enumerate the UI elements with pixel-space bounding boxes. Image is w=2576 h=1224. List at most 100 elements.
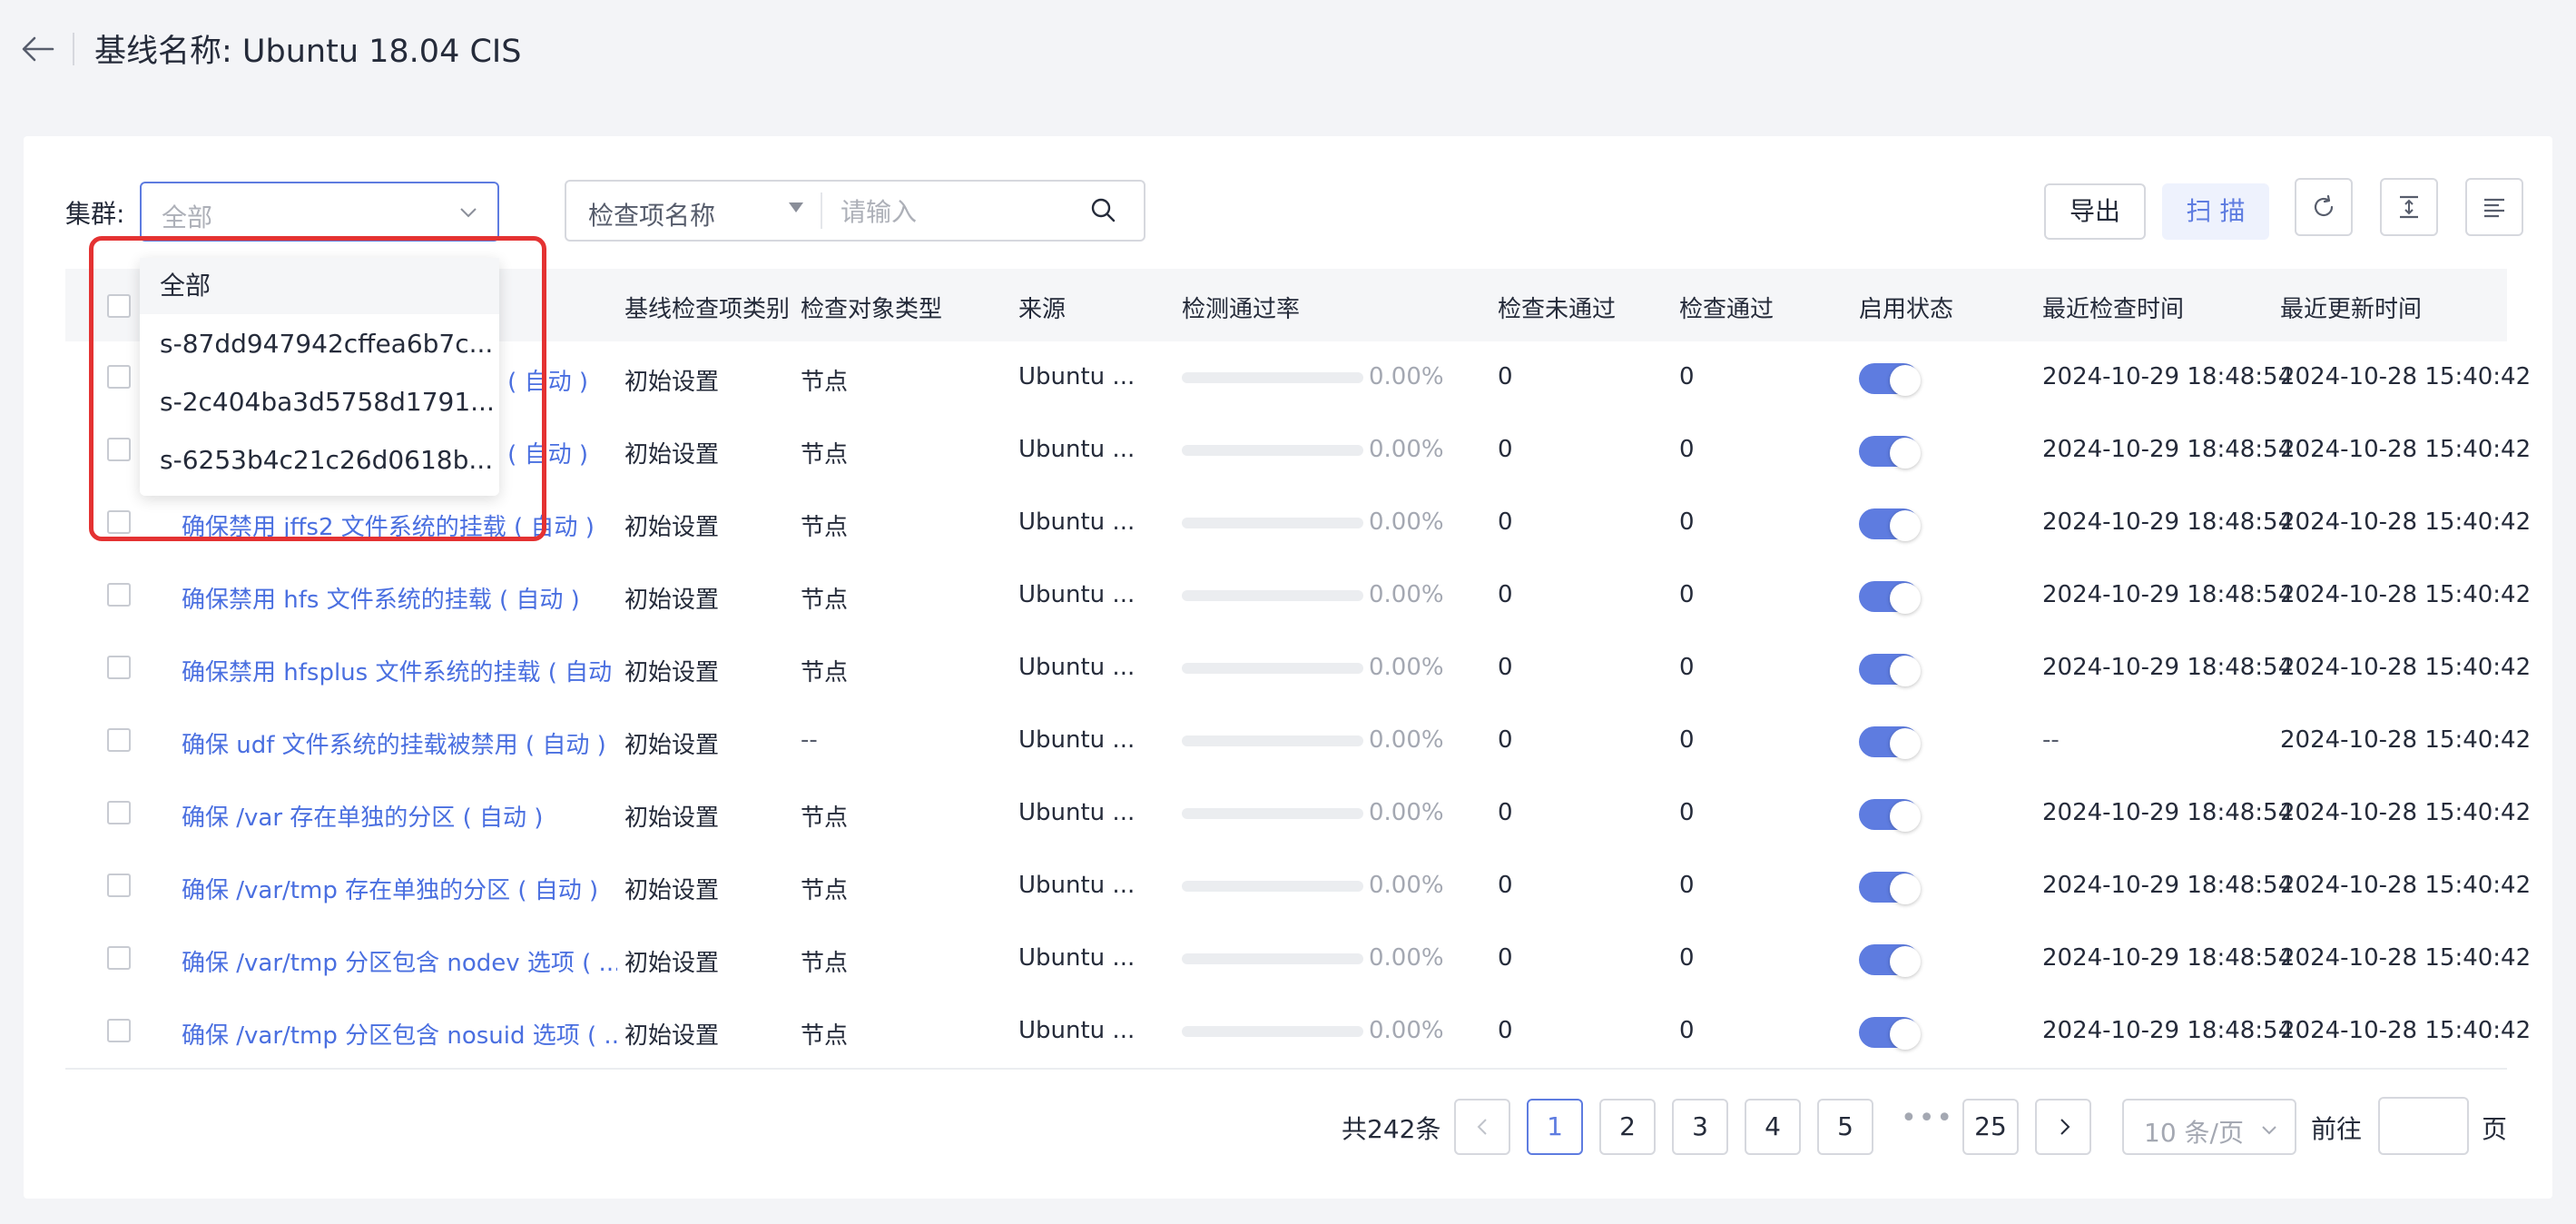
page-button-1[interactable]: 1 [1527,1099,1583,1155]
cell-category: 初始设置 [624,441,720,469]
prev-page-button[interactable] [1454,1099,1510,1155]
chevron-down-icon [2262,1126,2276,1135]
check-item-name-link[interactable]: 确保 /var/tmp 分区包含 nodev 选项 ( ... [182,944,617,978]
cell-target: 节点 [801,369,849,396]
cell-last-update: 2024-10-28 15:40:42 [2280,799,2532,826]
enable-toggle[interactable] [1859,508,1921,541]
check-item-name-link[interactable]: 确保 udf 文件系统的挂载被禁用 ( 自动 ) [182,726,617,760]
refresh-button[interactable] [2295,178,2353,236]
page-button-5[interactable]: 5 [1817,1099,1873,1155]
row-checkbox[interactable] [107,365,131,389]
cell-last-check: 2024-10-29 18:48:54 [2042,363,2294,390]
cell-last-update: 2024-10-28 15:40:42 [2280,436,2532,463]
enable-toggle[interactable] [1859,363,1921,396]
column-settings-button[interactable] [2465,178,2523,236]
row-checkbox[interactable] [107,656,131,679]
row-checkbox[interactable] [107,583,131,607]
column-header: 启用状态 [1859,296,1954,323]
check-item-name-link[interactable]: 确保 /var/tmp 存在单独的分区 ( 自动 ) [182,872,617,905]
enable-toggle[interactable] [1859,726,1921,759]
table-row: 确保 /var/tmp 存在单独的分区 ( 自动 ) 初始设置 节点 Ubuntu .… [65,850,2531,924]
search-icon[interactable] [1089,196,1116,223]
table-row: 确保 /var/tmp 分区包含 nosuid 选项 ( ... 初始设置 节点 Ub… [65,995,2531,1070]
row-checkbox[interactable] [107,946,131,970]
cluster-option[interactable]: s-2c404ba3d5758d1791... [140,374,499,430]
cluster-option[interactable]: 全部 [140,258,499,314]
check-item-name-link[interactable]: ( 自动 ) [507,436,588,469]
check-item-name-link[interactable]: 确保 /var/tmp 分区包含 nosuid 选项 ( ... [182,1017,617,1051]
row-checkbox[interactable] [107,438,131,461]
enable-toggle[interactable] [1859,944,1921,977]
enable-toggle[interactable] [1859,581,1921,614]
pass-rate-progress-bar [1182,518,1363,528]
enable-toggle[interactable] [1859,872,1921,904]
column-header: 最近检查时间 [2042,296,2185,323]
page-size-value: 10 条/页 [2144,1118,2244,1148]
check-item-name-link[interactable]: 确保禁用 hfsplus 文件系统的挂载 ( 自动 ) [182,654,617,687]
page-button-2[interactable]: 2 [1599,1099,1656,1155]
page-button-4[interactable]: 4 [1745,1099,1801,1155]
pass-rate-percent: 0.00% [1369,363,1444,390]
check-item-name-link[interactable]: ( 自动 ) [507,363,588,397]
cell-target: 节点 [801,950,849,977]
check-item-name-link[interactable]: 确保禁用 hfs 文件系统的挂载 ( 自动 ) [182,581,617,615]
cell-target: 节点 [801,587,849,614]
cell-category: 初始设置 [624,514,720,541]
enable-toggle[interactable] [1859,1017,1921,1050]
goto-page-input[interactable] [2378,1097,2469,1155]
next-page-button[interactable] [2035,1099,2091,1155]
page-button-last[interactable]: 25 [1962,1099,2019,1155]
cluster-option[interactable]: s-87dd947942cffea6b7c... [140,316,499,372]
search-input[interactable] [839,191,1078,232]
scan-button[interactable]: 扫 描 [2162,183,2269,240]
row-checkbox[interactable] [107,1019,131,1042]
cell-last-update: 2024-10-28 15:40:42 [2280,726,2532,754]
enable-toggle[interactable] [1859,654,1921,686]
cell-fail: 0 [1498,1017,1513,1044]
cell-last-update: 2024-10-28 15:40:42 [2280,872,2532,899]
column-header: 基线检查项类别 [624,296,791,323]
cluster-option[interactable]: s-6253b4c21c26d0618b... [140,432,499,489]
check-item-name-link[interactable]: 确保 /var 存在单独的分区 ( 自动 ) [182,799,617,833]
pass-rate-percent: 0.00% [1369,799,1444,826]
pass-rate-percent: 0.00% [1369,654,1444,681]
enable-toggle[interactable] [1859,799,1921,832]
cell-target: -- [801,726,818,754]
cell-last-check: 2024-10-29 18:48:54 [2042,508,2294,536]
chevron-right-icon [2060,1119,2070,1135]
row-height-icon [2400,195,2418,219]
cell-category: 初始设置 [624,1022,720,1050]
cell-last-update: 2024-10-28 15:40:42 [2280,1017,2532,1044]
chevron-down-icon [460,208,477,218]
row-height-button[interactable] [2380,178,2438,236]
row-checkbox[interactable] [107,728,131,752]
enable-toggle[interactable] [1859,436,1921,469]
cell-last-check: 2024-10-29 18:48:54 [2042,436,2294,463]
cell-fail: 0 [1498,872,1513,899]
select-all-checkbox[interactable] [107,294,131,318]
cell-category: 初始设置 [624,950,720,977]
row-checkbox[interactable] [107,874,131,897]
row-checkbox[interactable] [107,801,131,824]
page-size-select[interactable]: 10 条/页 [2122,1099,2296,1155]
pass-rate-progress-bar [1182,735,1363,746]
cluster-select[interactable]: 全部 [140,182,499,242]
cell-target: 节点 [801,877,849,904]
row-checkbox[interactable] [107,510,131,534]
cell-last-check: 2024-10-29 18:48:54 [2042,581,2294,608]
search-field-select[interactable]: 检查项名称 [588,196,715,232]
caret-down-icon[interactable] [788,202,804,214]
cell-pass: 0 [1679,1017,1695,1044]
table-row: 确保 /var 存在单独的分区 ( 自动 ) 初始设置 节点 Ubuntu ... 0 0… [65,777,2531,852]
export-button[interactable]: 导出 [2044,183,2146,240]
cell-source: Ubuntu ... [1018,944,1136,972]
back-arrow-icon[interactable] [20,33,56,65]
page-button-3[interactable]: 3 [1672,1099,1728,1155]
goto-unit: 页 [2482,1114,2508,1144]
cell-last-update: 2024-10-28 15:40:42 [2280,508,2532,536]
pagination-ellipsis[interactable]: ••• [1901,1102,1954,1134]
check-item-name-link[interactable]: 确保禁用 jffs2 文件系统的挂载 ( 自动 ) [182,508,617,542]
top-bar: 基线名称: Ubuntu 18.04 CIS [0,0,2576,127]
cell-target: 节点 [801,441,849,469]
column-header: 检测通过率 [1182,296,1301,323]
